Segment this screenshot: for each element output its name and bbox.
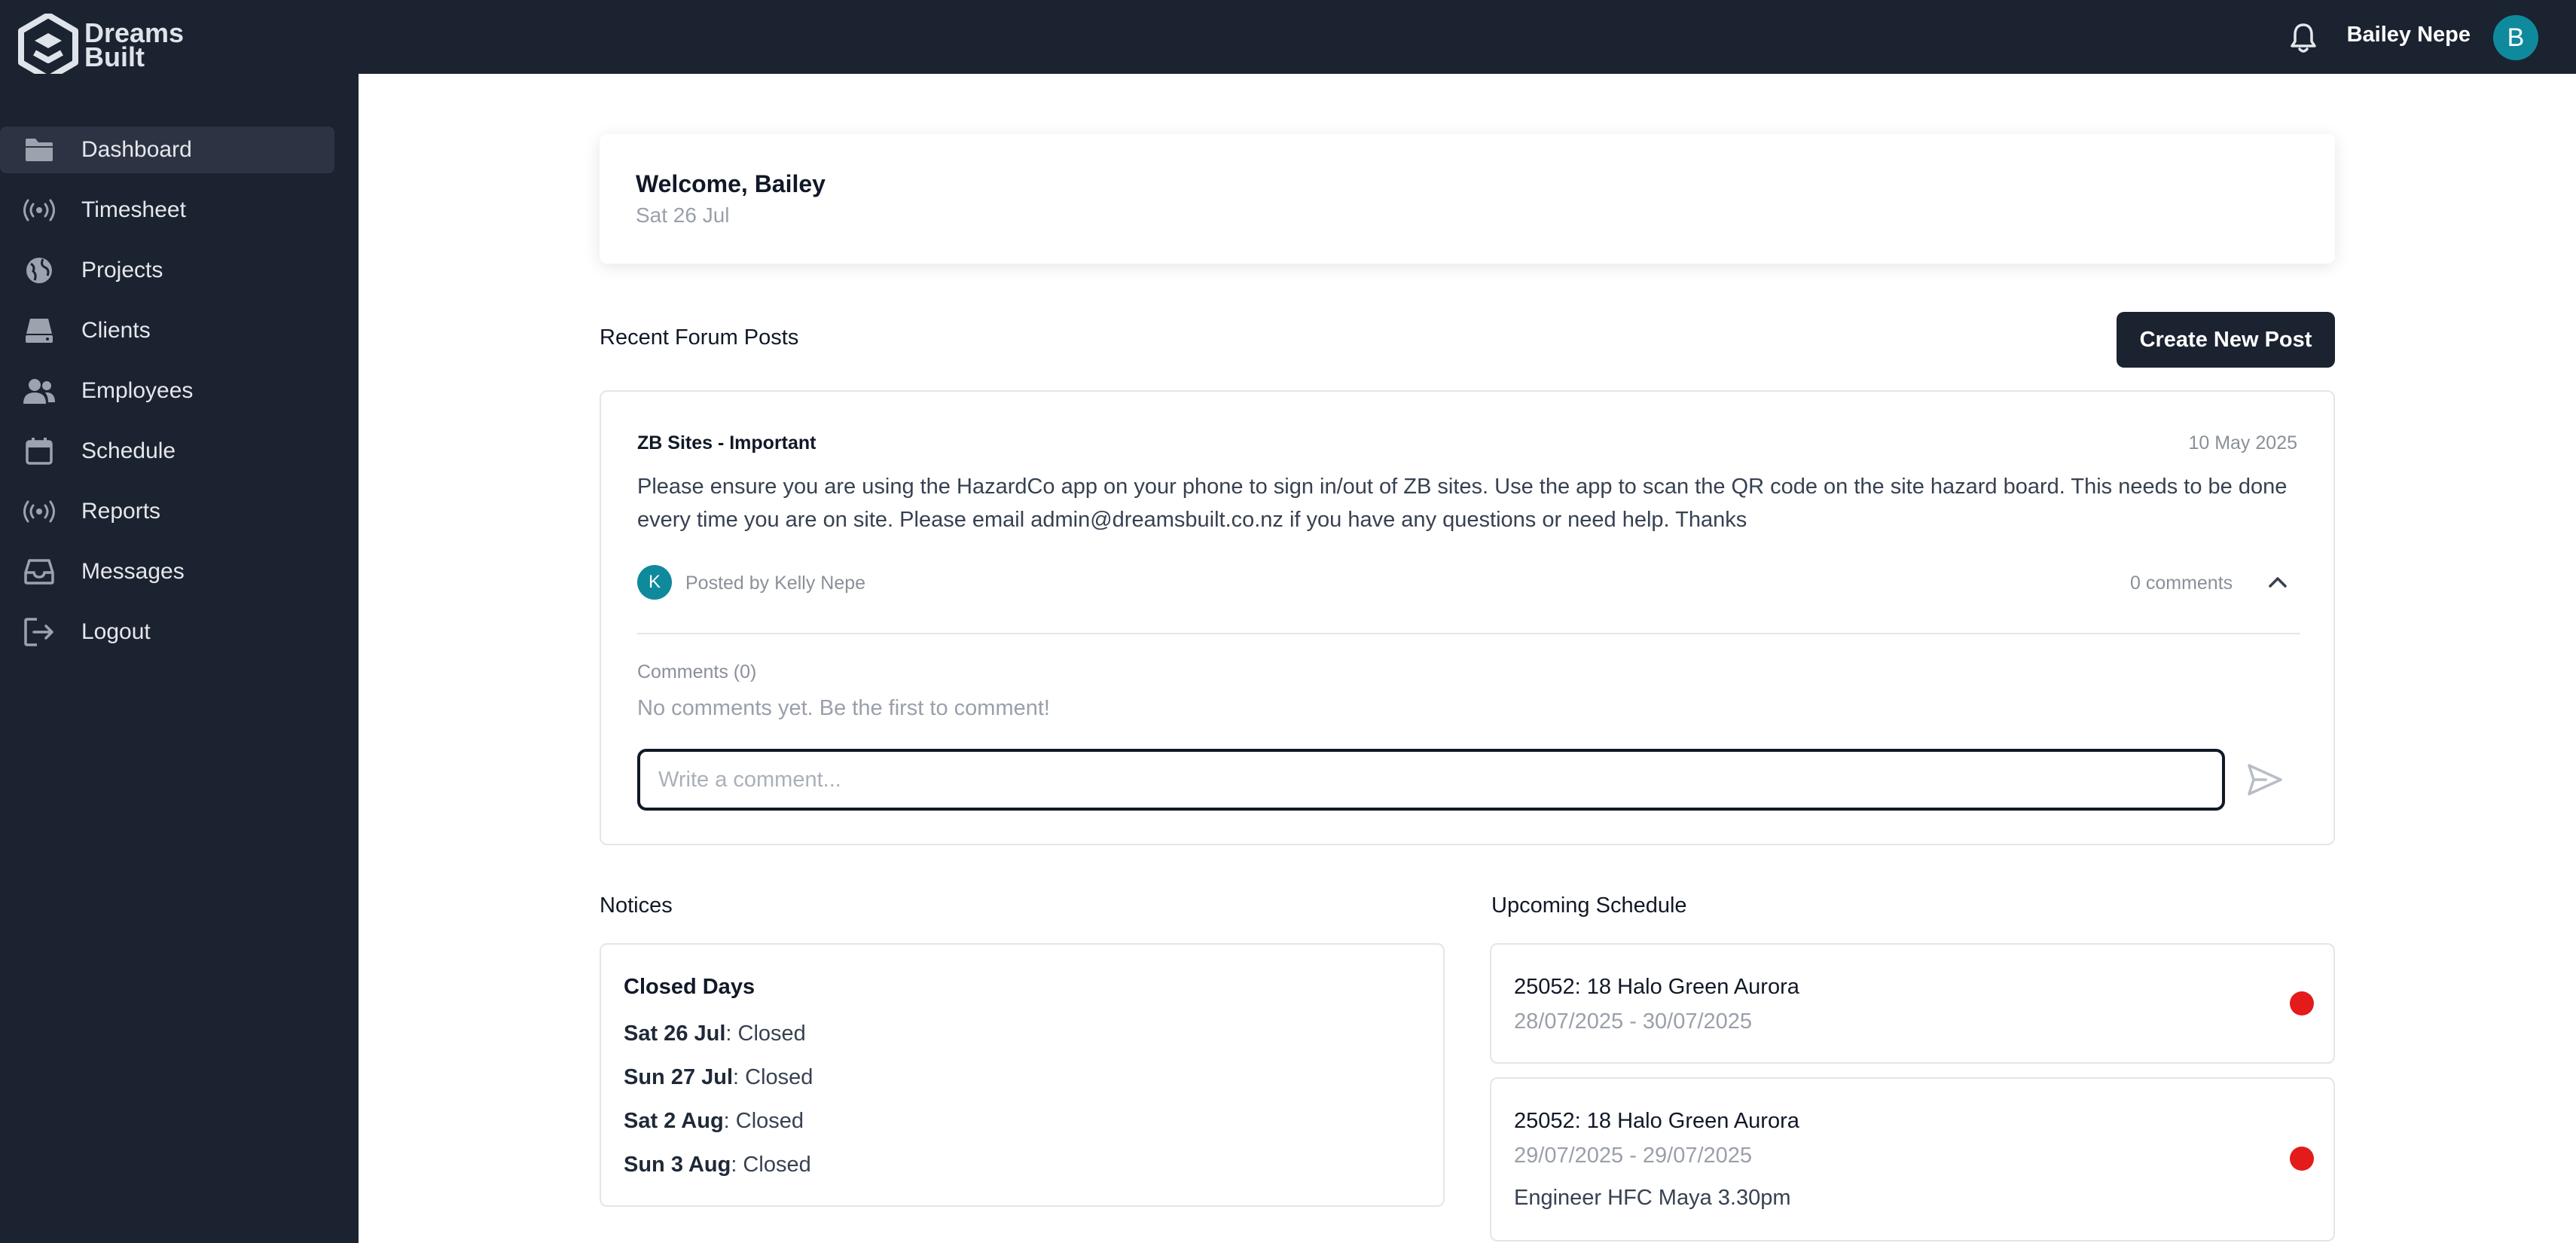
sidebar-item-clients[interactable]: Clients: [0, 307, 334, 354]
post-title[interactable]: ZB Sites - Important: [637, 432, 816, 454]
inbox-icon: [23, 555, 56, 588]
notice-title: Closed Days: [624, 975, 755, 999]
sidebar-item-timesheet[interactable]: Timesheet: [0, 187, 334, 234]
notice-day: Sat 2 Aug: [624, 1109, 724, 1133]
sidebar-item-reports[interactable]: Reports: [0, 488, 334, 535]
broadcast-icon: [23, 194, 56, 227]
sidebar-item-logout[interactable]: Logout: [0, 609, 334, 655]
forum-section-title: Recent Forum Posts: [600, 325, 799, 350]
notice-row: Sat 2 Aug: Closed: [624, 1109, 804, 1134]
brand-name[interactable]: Dreams Built: [84, 20, 184, 72]
sidebar-item-label: Reports: [81, 499, 161, 524]
drive-icon: [23, 314, 56, 347]
sidebar-item-schedule[interactable]: Schedule: [0, 428, 334, 475]
broadcast-icon: [23, 495, 56, 528]
post-author: Posted by Kelly Nepe: [685, 573, 866, 594]
create-new-post-button[interactable]: Create New Post: [2117, 312, 2335, 368]
comment-input[interactable]: [637, 749, 2225, 811]
send-icon[interactable]: [2246, 762, 2284, 797]
brand-line-2: Built: [84, 41, 145, 72]
logout-icon: [23, 615, 56, 649]
sidebar-item-label: Timesheet: [81, 197, 186, 222]
notice-row: Sun 3 Aug: Closed: [624, 1153, 811, 1177]
schedule-item-dates: 28/07/2025 - 30/07/2025: [1514, 1009, 1753, 1034]
post-date: 10 May 2025: [2188, 432, 2297, 454]
schedule-item-title: 25052: 18 Halo Green Aurora: [1514, 975, 1799, 999]
sidebar-item-employees[interactable]: Employees: [0, 368, 334, 414]
forum-post-card: ZB Sites - Important 10 May 2025 Please …: [600, 390, 2335, 845]
globe-icon: [23, 254, 56, 287]
status-dot: [2290, 991, 2314, 1015]
schedule-item-title: 25052: 18 Halo Green Aurora: [1514, 1109, 1799, 1133]
folder-icon: [23, 133, 56, 166]
schedule-section-title: Upcoming Schedule: [1491, 893, 1687, 918]
schedule-item[interactable]: 25052: 18 Halo Green Aurora 28/07/2025 -…: [1490, 943, 2335, 1064]
post-body: Please ensure you are using the HazardCo…: [637, 475, 2288, 532]
sidebar-item-messages[interactable]: Messages: [0, 548, 334, 595]
notice-day: Sat 26 Jul: [624, 1022, 726, 1046]
notice-status: : Closed: [731, 1153, 811, 1177]
sidebar-item-label: Clients: [81, 318, 151, 343]
welcome-title: Welcome, Bailey: [636, 170, 826, 197]
comments-label: Comments (0): [637, 661, 757, 683]
schedule-item[interactable]: 25052: 18 Halo Green Aurora 29/07/2025 -…: [1490, 1077, 2335, 1241]
sidebar: Dashboard Timesheet Projects Clients Emp…: [0, 74, 359, 1243]
chevron-up-icon[interactable]: [2263, 568, 2293, 595]
notice-day: Sun 27 Jul: [624, 1065, 734, 1089]
notice-row: Sun 27 Jul: Closed: [624, 1065, 813, 1090]
top-bar: Dreams Built Bailey Nepe B: [0, 0, 2576, 81]
status-dot: [2290, 1147, 2314, 1171]
notices-section-title: Notices: [600, 893, 673, 918]
notice-row: Sat 26 Jul: Closed: [624, 1022, 806, 1046]
schedule-item-note: Engineer HFC Maya 3.30pm: [1514, 1186, 1791, 1210]
divider: [637, 633, 2300, 634]
schedule-item-dates: 29/07/2025 - 29/07/2025: [1514, 1144, 1753, 1168]
calendar-icon: [23, 435, 56, 468]
notice-status: : Closed: [723, 1109, 804, 1133]
sidebar-item-label: Schedule: [81, 438, 176, 463]
author-avatar: K: [637, 565, 672, 600]
sidebar-item-label: Messages: [81, 559, 185, 584]
welcome-date: Sat 26 Jul: [636, 203, 730, 227]
sidebar-item-projects[interactable]: Projects: [0, 247, 334, 294]
sidebar-item-dashboard[interactable]: Dashboard: [0, 127, 334, 173]
sidebar-item-label: Dashboard: [81, 137, 192, 162]
comment-count[interactable]: 0 comments: [2130, 573, 2233, 594]
user-name[interactable]: Bailey Nepe: [2347, 23, 2471, 47]
notices-card: Closed Days Sat 26 Jul: Closed Sun 27 Ju…: [600, 943, 1445, 1207]
notice-day: Sun 3 Aug: [624, 1153, 731, 1177]
sidebar-item-label: Logout: [81, 619, 151, 644]
user-avatar[interactable]: B: [2493, 15, 2538, 60]
welcome-card: Welcome, Bailey Sat 26 Jul: [600, 134, 2335, 264]
notice-status: : Closed: [733, 1065, 813, 1089]
sidebar-item-label: Projects: [81, 258, 163, 282]
sidebar-item-label: Employees: [81, 378, 194, 403]
notification-bell-icon[interactable]: [2288, 21, 2318, 54]
users-icon: [23, 374, 56, 408]
no-comments-message: No comments yet. Be the first to comment…: [637, 696, 1050, 720]
notice-status: : Closed: [725, 1022, 806, 1046]
